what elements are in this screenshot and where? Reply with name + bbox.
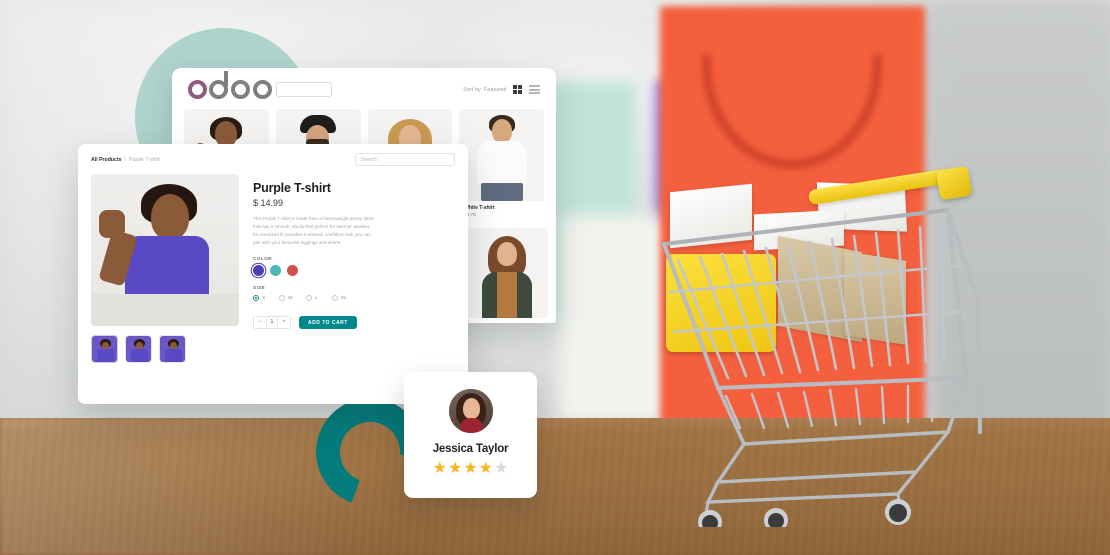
size-options: S M L XL [253,295,455,302]
star-rating: ★ ★ ★ ★ ★ [433,461,509,477]
product-thumbnails [91,335,239,363]
screenshot-stage: Sort by: Featured White T-shirt 18.75 Al… [0,0,1110,555]
size-label: S [262,295,266,301]
bag-handle [702,54,882,169]
quantity-decrement-button[interactable]: − [254,316,266,329]
product-price: 18.75 [464,212,476,217]
shopping-cart [648,165,1020,527]
breadcrumb-bar: All Products / Purple T-shirt Search [78,144,468,170]
search-placeholder: Search [361,156,377,163]
star-icon-filled: ★ [478,460,494,477]
size-label: XL [340,295,347,301]
logo-letter-o [231,80,250,99]
star-icon-filled: ★ [463,460,478,477]
breadcrumb-all-products[interactable]: All Products [91,157,122,163]
storefront-header: Sort by: Featured [172,68,556,105]
color-swatch-red[interactable] [287,265,298,277]
add-to-cart-button[interactable]: ADD TO CART [299,316,357,330]
logo-letter-o-purple [188,80,207,99]
color-option-label: COLOR [253,256,273,262]
size-option-l[interactable]: L [306,295,318,302]
product-detail-body: Purple T-shirt $ 14.99 This Purple T-shi… [78,170,468,363]
product-image [464,228,548,318]
size-label: M [288,295,293,301]
radio-icon[interactable] [306,295,313,302]
sort-and-view-controls: Sort by: Featured [463,84,540,95]
product-image [459,109,544,201]
cart-wire-frame [661,207,982,527]
logo-letter-o [253,80,272,99]
star-icon-filled: ★ [447,460,463,477]
star-icon-empty: ★ [494,460,509,477]
size-option-label: SIZE [253,285,266,291]
product-card-white-tshirt[interactable]: White T-shirt 18.75 [459,109,544,223]
avatar [448,389,493,433]
logo-letter-d [209,71,229,99]
sort-by-label[interactable]: Sort by: Featured [463,87,506,93]
list-view-icon[interactable] [529,84,540,95]
quantity-increment-button[interactable]: + [278,316,290,329]
product-description: This Purple T-shirt is made from a heavy… [253,216,375,246]
radio-icon[interactable] [253,295,259,302]
color-swatch-teal[interactable] [270,265,281,277]
color-swatch-purple[interactable] [253,265,264,277]
product-main-image[interactable] [91,174,239,326]
star-icon-filled: ★ [432,460,447,477]
radio-icon[interactable] [279,295,286,302]
purchase-row: − 1 + ADD TO CART [253,316,455,330]
size-label: L [315,295,318,301]
quantity-value[interactable]: 1 [266,316,278,330]
product-info: Purple T-shirt $ 14.99 This Purple T-shi… [253,174,455,363]
odoo-logo[interactable] [188,71,272,99]
reviewer-name: Jessica Taylor [432,443,509,455]
quantity-stepper[interactable]: − 1 + [253,316,291,330]
customer-review-card: Jessica Taylor ★ ★ ★ ★ ★ [404,372,537,498]
product-meta: White T-shirt 18.75 [459,201,544,223]
size-option-xl[interactable]: XL [331,295,347,302]
breadcrumb-separator: / [124,156,127,163]
product-thumbnail-1[interactable] [91,335,118,363]
radio-icon[interactable] [331,295,338,302]
product-thumbnail-2[interactable] [125,335,152,363]
product-thumbnail-3[interactable] [159,335,186,363]
product-detail-card: All Products / Purple T-shirt Search Pur… [78,144,468,404]
breadcrumb-current: Purple T-shirt [129,156,160,163]
product-gallery [91,174,239,363]
size-option-m[interactable]: M [279,295,293,302]
size-option-s[interactable]: S [253,295,266,302]
product-card[interactable] [464,228,548,318]
product-price: $ 14.99 [253,198,284,208]
search-input[interactable]: Search [355,153,455,166]
product-title: Purple T-shirt [253,181,331,195]
product-name: White T-shirt [464,205,495,211]
grid-view-icon[interactable] [513,85,522,94]
storefront-search-input[interactable] [276,82,332,97]
color-swatches [253,265,455,277]
